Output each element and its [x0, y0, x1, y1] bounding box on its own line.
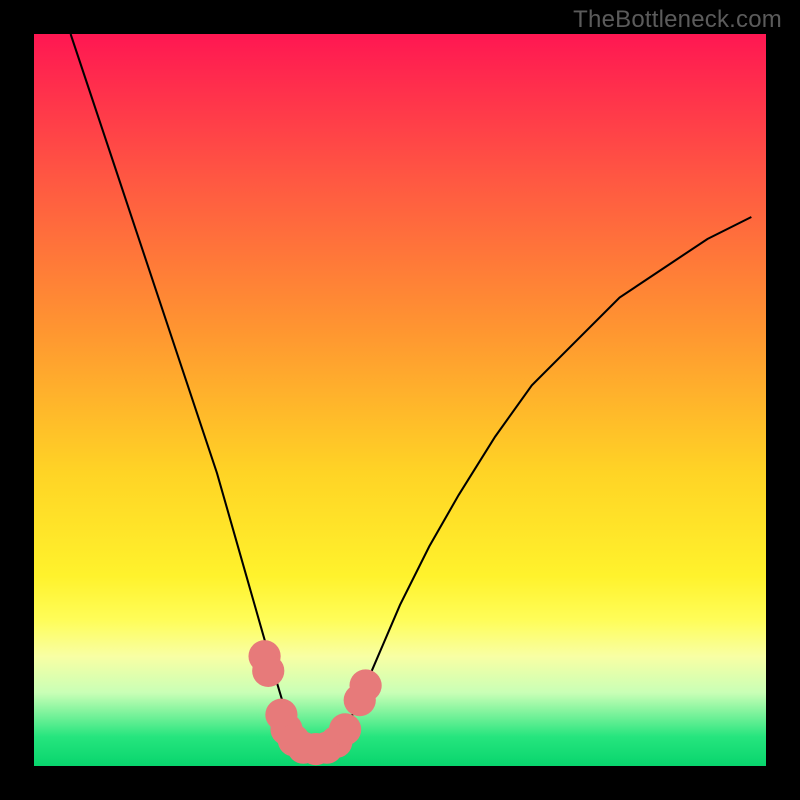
marker-point	[349, 669, 381, 701]
chart-outer-frame: TheBottleneck.com	[0, 0, 800, 800]
marker-point	[329, 713, 361, 745]
marker-point	[252, 655, 284, 687]
watermark-text: TheBottleneck.com	[573, 6, 782, 34]
bottleneck-chart-svg	[34, 34, 766, 766]
gradient-background	[34, 34, 766, 766]
plot-area	[34, 34, 766, 766]
